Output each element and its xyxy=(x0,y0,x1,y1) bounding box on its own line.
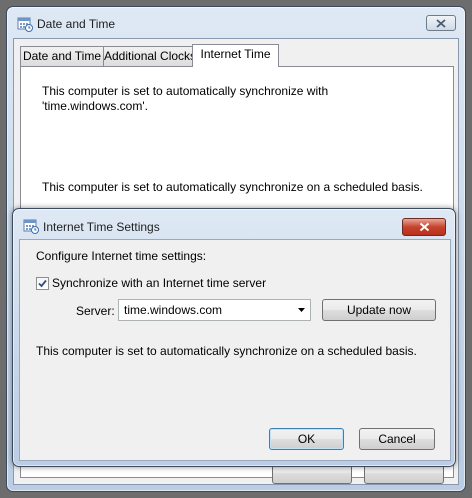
chevron-down-icon[interactable] xyxy=(298,308,305,312)
update-now-button[interactable]: Update now xyxy=(322,299,436,321)
configure-heading: Configure Internet time settings: xyxy=(36,249,207,263)
tab-internet-time[interactable]: Internet Time xyxy=(192,44,279,67)
close-icon xyxy=(419,222,429,232)
schedule-info-text: This computer is set to automatically sy… xyxy=(42,180,423,194)
title-bar[interactable]: Internet Time Settings xyxy=(13,209,455,239)
sync-checkbox[interactable] xyxy=(36,277,49,290)
internet-time-settings-dialog: Internet Time Settings Configure Interne… xyxy=(12,208,456,467)
title-bar[interactable]: Date and Time xyxy=(7,7,465,37)
dialog-client-area: Configure Internet time settings: Synchr… xyxy=(19,239,451,461)
ok-button[interactable]: OK xyxy=(269,428,344,450)
tab-additional-clocks[interactable]: Additional Clocks xyxy=(103,46,197,66)
window-title: Date and Time xyxy=(37,17,116,31)
close-button[interactable] xyxy=(402,218,446,236)
sync-info-text-line-1: This computer is set to automatically sy… xyxy=(42,84,329,98)
server-combobox[interactable]: time.windows.com xyxy=(118,299,311,321)
window-title: Internet Time Settings xyxy=(43,220,160,234)
close-icon xyxy=(436,18,446,28)
status-text: This computer is set to automatically sy… xyxy=(36,344,417,358)
sync-info-text-line-2: 'time.windows.com'. xyxy=(42,99,148,113)
close-button[interactable] xyxy=(426,15,456,31)
tab-label: Internet Time xyxy=(200,47,271,61)
server-label: Server: xyxy=(76,304,115,318)
calendar-clock-icon xyxy=(23,218,39,234)
cancel-button[interactable]: Cancel xyxy=(359,428,435,450)
calendar-clock-icon xyxy=(17,16,33,32)
tab-label: Additional Clocks xyxy=(104,49,197,63)
server-value: time.windows.com xyxy=(124,303,223,317)
sync-checkbox-label[interactable]: Synchronize with an Internet time server xyxy=(52,276,266,291)
tab-date-and-time[interactable]: Date and Time xyxy=(20,46,104,66)
tab-label: Date and Time xyxy=(22,49,102,63)
checkmark-icon xyxy=(38,279,47,288)
